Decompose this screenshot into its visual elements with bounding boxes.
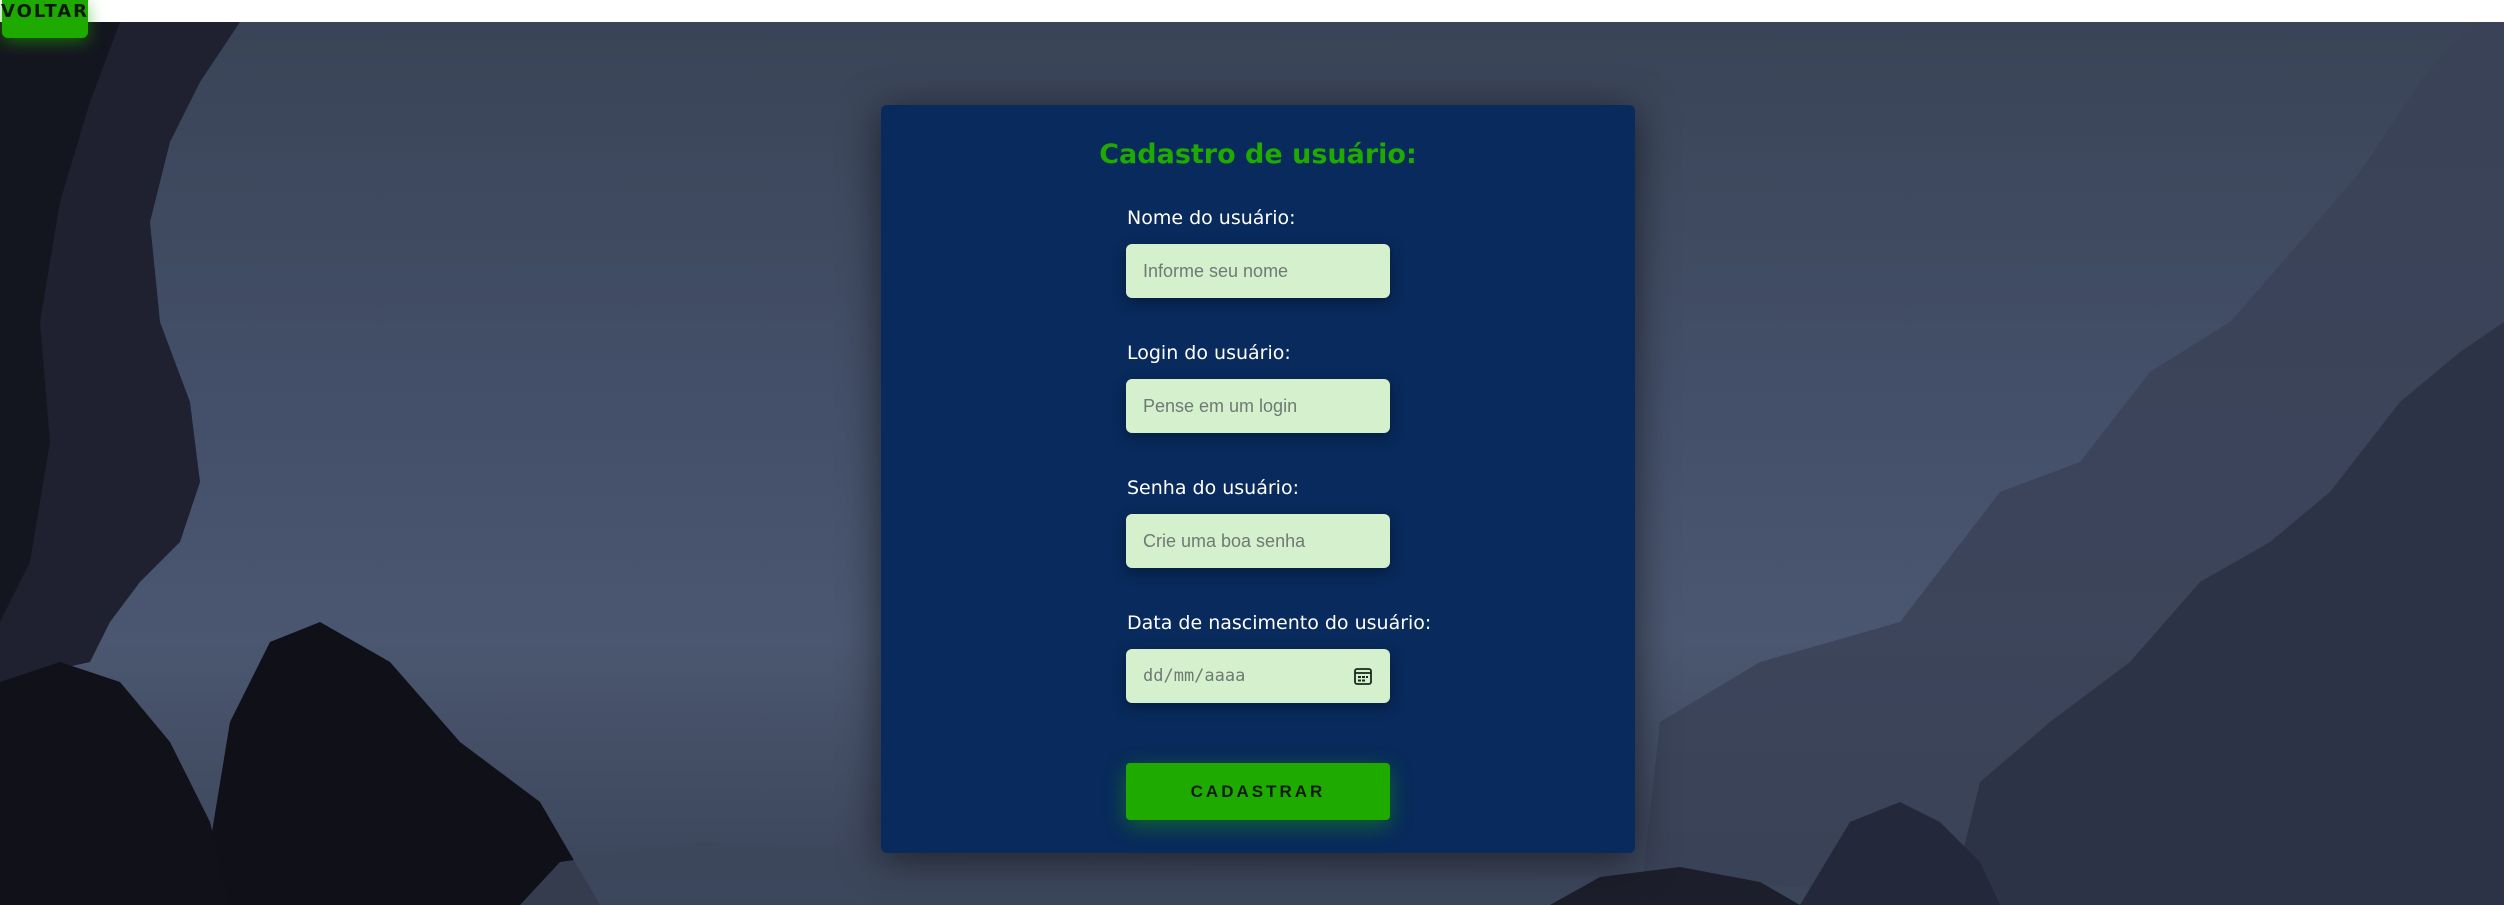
name-label: Nome do usuário: <box>1127 207 1296 229</box>
password-label: Senha do usuário: <box>1127 477 1299 499</box>
password-input[interactable] <box>1126 514 1390 568</box>
register-button[interactable]: CADASTRAR <box>1126 763 1390 820</box>
top-bar <box>0 0 2504 22</box>
register-card: Cadastro de usuário: Nome do usuário: Lo… <box>881 105 1635 853</box>
form-title: Cadastro de usuário: <box>1099 139 1417 170</box>
calendar-icon[interactable] <box>1353 666 1373 686</box>
back-button[interactable]: VOLTAR <box>1 0 88 38</box>
login-label: Login do usuário: <box>1127 342 1291 364</box>
name-input[interactable] <box>1126 244 1390 298</box>
birthdate-label: Data de nascimento do usuário: <box>1127 612 1432 634</box>
birthdate-placeholder: dd/mm/aaaa <box>1143 666 1246 686</box>
birthdate-input[interactable]: dd/mm/aaaa <box>1126 649 1390 703</box>
login-input[interactable] <box>1126 379 1390 433</box>
